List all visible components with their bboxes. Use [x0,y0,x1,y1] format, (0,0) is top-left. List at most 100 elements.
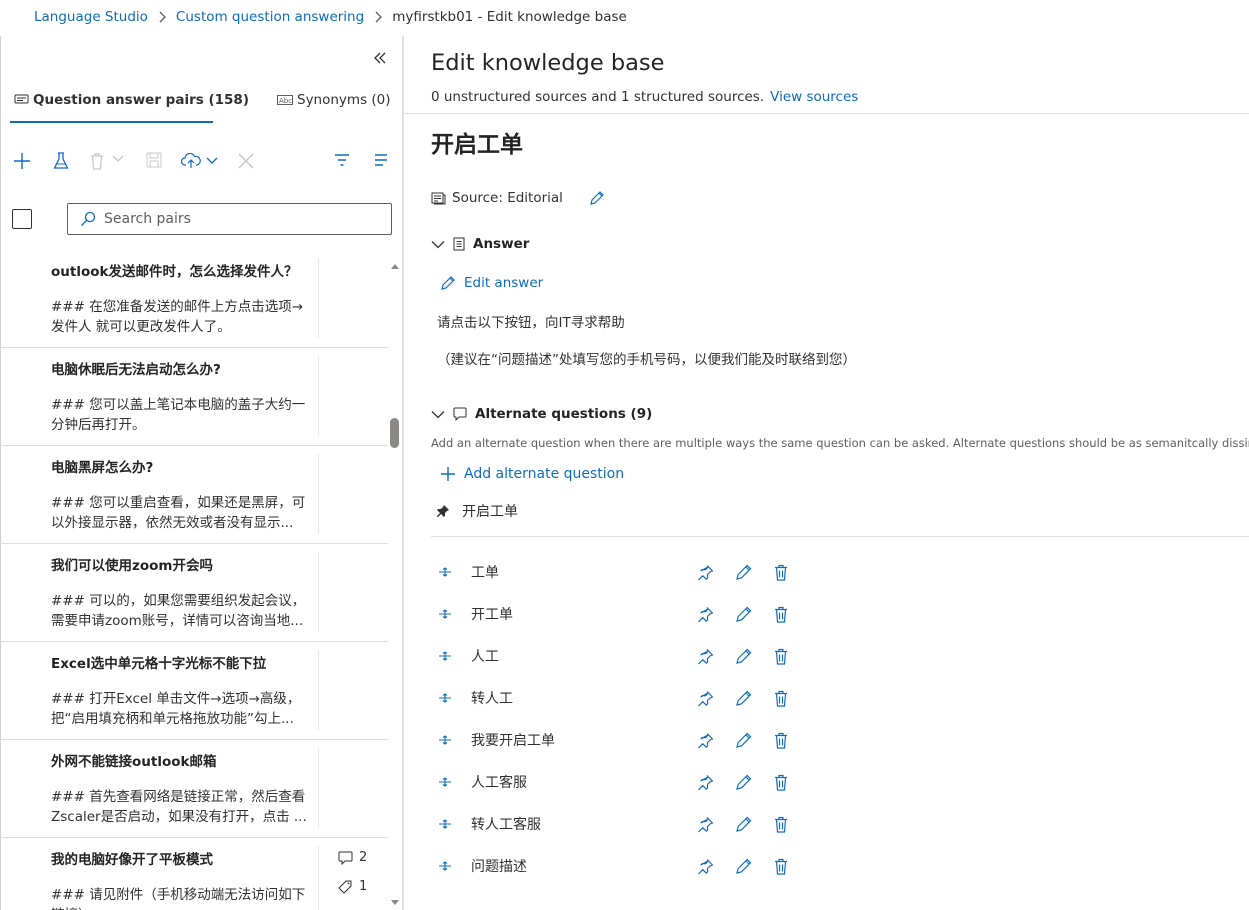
pin-icon[interactable] [697,606,714,623]
list-item-question: 电脑黑屏怎么办? [51,460,154,476]
drag-handle-icon[interactable] [438,609,456,619]
delete-icon[interactable] [774,606,788,623]
drag-handle-icon[interactable] [438,651,456,661]
list-item[interactable]: 电脑黑屏怎么办? ### 您可以重启查看，如果还是黑屏，可以外接显示器，依然无效… [0,446,388,544]
list-item[interactable]: 我们可以使用zoom开会吗 ### 可以的，如果您需要组织发起会议，需要申请zo… [0,544,388,642]
alternate-question-row: 开工单 [438,593,838,635]
divider [431,536,1249,537]
pin-icon[interactable] [697,564,714,581]
tab-synonyms[interactable]: Abc Synonyms (0) [277,92,391,108]
test-flask-icon[interactable] [53,152,69,170]
qa-pair-list: outlook发送邮件时，怎么选择发件人？ ### 在您准备发送的邮件上方点击选… [0,250,388,910]
list-view-icon[interactable] [374,153,388,167]
list-item[interactable]: 外网不能链接outlook邮箱 ### 首先查看网络是链接正常，然后查看Zsca… [0,740,388,838]
delete-icon[interactable] [774,858,788,875]
alternate-question-row: 转人工 [438,677,838,719]
delete-icon[interactable] [774,564,788,581]
chat-bubble-icon [453,407,467,421]
tab-question-answer-pairs[interactable]: Question answer pairs (158) [14,92,249,108]
edit-icon[interactable] [735,731,753,749]
list-item[interactable]: 我的电脑好像开了平板模式 ### 请见附件（手机移动端无法访问如下链接） 2 1 [0,838,388,910]
delete-icon[interactable] [774,774,788,791]
list-item-question: Excel选中单元格十字光标不能下拉 [51,656,267,672]
list-item-question: 我们可以使用zoom开会吗 [51,558,213,574]
add-icon[interactable] [13,152,31,170]
list-item-answer: ### 打开Excel 单击文件→选项→高级，把“启用填充柄和单元格拖放功能”勾… [51,691,301,727]
pin-icon[interactable] [697,774,714,791]
tag-icon [338,880,353,894]
qna-icon [14,94,29,106]
pencil-icon [440,275,456,291]
view-sources-link[interactable]: View sources [770,89,858,105]
list-item[interactable]: outlook发送邮件时，怎么选择发件人？ ### 在您准备发送的邮件上方点击选… [0,250,388,348]
add-icon [440,466,456,482]
edit-answer-button[interactable]: Edit answer [440,275,543,291]
alternate-question-text: 开工单 [471,607,513,623]
edit-icon[interactable] [735,563,753,581]
list-item-question: outlook发送邮件时，怎么选择发件人？ [51,264,298,280]
edit-icon[interactable] [735,773,753,791]
drag-handle-icon[interactable] [438,777,456,787]
alternate-question-row: 工单 [438,551,838,593]
edit-icon[interactable] [735,815,753,833]
alternate-question-text: 转人工客服 [471,817,541,833]
pin-icon[interactable] [697,648,714,665]
delete-icon[interactable] [774,816,788,833]
alternate-question-text: 人工 [471,649,499,665]
divider [318,552,319,632]
drag-handle-icon[interactable] [438,735,456,745]
alternate-questions-header[interactable]: Alternate questions (9) [431,406,652,422]
breadcrumb: Language Studio Custom question answerin… [34,9,627,25]
drag-handle-icon[interactable] [438,819,456,829]
edit-icon[interactable] [735,647,753,665]
close-icon [237,152,255,170]
cloud-deploy-icon[interactable] [181,153,201,169]
chevron-down-icon [112,155,124,163]
list-item-answer: ### 您可以盖上笔记本电脑的盖子大约一分钟后再打开。 [51,397,306,433]
drag-handle-icon[interactable] [438,567,456,577]
answer-section-header[interactable]: Answer [431,236,529,252]
list-item-question: 外网不能链接outlook邮箱 [51,754,217,770]
list-item-answer: ### 首先查看网络是链接正常，然后查看Zscaler是否启动，如果没有打开，点… [51,789,307,825]
drag-handle-icon[interactable] [438,861,456,871]
select-all-checkbox[interactable] [12,209,32,229]
collapse-pane-icon[interactable] [373,51,387,65]
chevron-down-icon[interactable] [206,157,218,165]
edit-icon[interactable] [735,857,753,875]
delete-icon[interactable] [774,690,788,707]
alternate-question-row: 转人工客服 [438,803,838,845]
breadcrumb-language-studio[interactable]: Language Studio [34,9,148,25]
search-icon [80,211,96,227]
list-scrollbar[interactable] [388,258,402,910]
edit-icon[interactable] [735,605,753,623]
answer-document-icon [453,237,465,251]
list-item[interactable]: 电脑休眠后无法启动怎么办? ### 您可以盖上笔记本电脑的盖子大约一分钟后再打开… [0,348,388,446]
tag-count: 1 [338,879,367,894]
scrollbar-thumb[interactable] [390,418,399,448]
delete-icon[interactable] [774,648,788,665]
pane-divider[interactable] [402,36,404,910]
pin-icon[interactable] [697,732,714,749]
alternate-question-row: 我要开启工单 [438,719,838,761]
breadcrumb-custom-qa[interactable]: Custom question answering [176,9,364,25]
edit-source-icon[interactable] [589,190,605,206]
filter-icon[interactable] [334,153,350,167]
pin-icon[interactable] [697,858,714,875]
alternate-question-text: 我要开启工单 [471,733,555,749]
pin-icon[interactable] [697,816,714,833]
tab-label: Question answer pairs (158) [33,92,249,108]
add-alternate-question-button[interactable]: Add alternate question [440,466,624,482]
list-item-answer: ### 在您准备发送的邮件上方点击选项→发件人 就可以更改发件人了。 [51,299,304,335]
alternate-question-text: 问题描述 [471,859,527,875]
source-info: Source: Editorial [431,190,605,206]
delete-icon[interactable] [774,732,788,749]
list-item[interactable]: Excel选中单元格十字光标不能下拉 ### 打开Excel 单击文件→选项→高… [0,642,388,740]
edit-icon[interactable] [735,689,753,707]
pin-icon[interactable] [697,690,714,707]
search-pairs-input[interactable]: Search pairs [67,203,392,235]
divider [318,258,319,338]
breadcrumb-current: myfirstkb01 - Edit knowledge base [392,9,627,25]
list-item-question: 电脑休眠后无法启动怎么办? [51,362,221,378]
drag-handle-icon[interactable] [438,693,456,703]
tab-active-indicator [10,121,213,123]
